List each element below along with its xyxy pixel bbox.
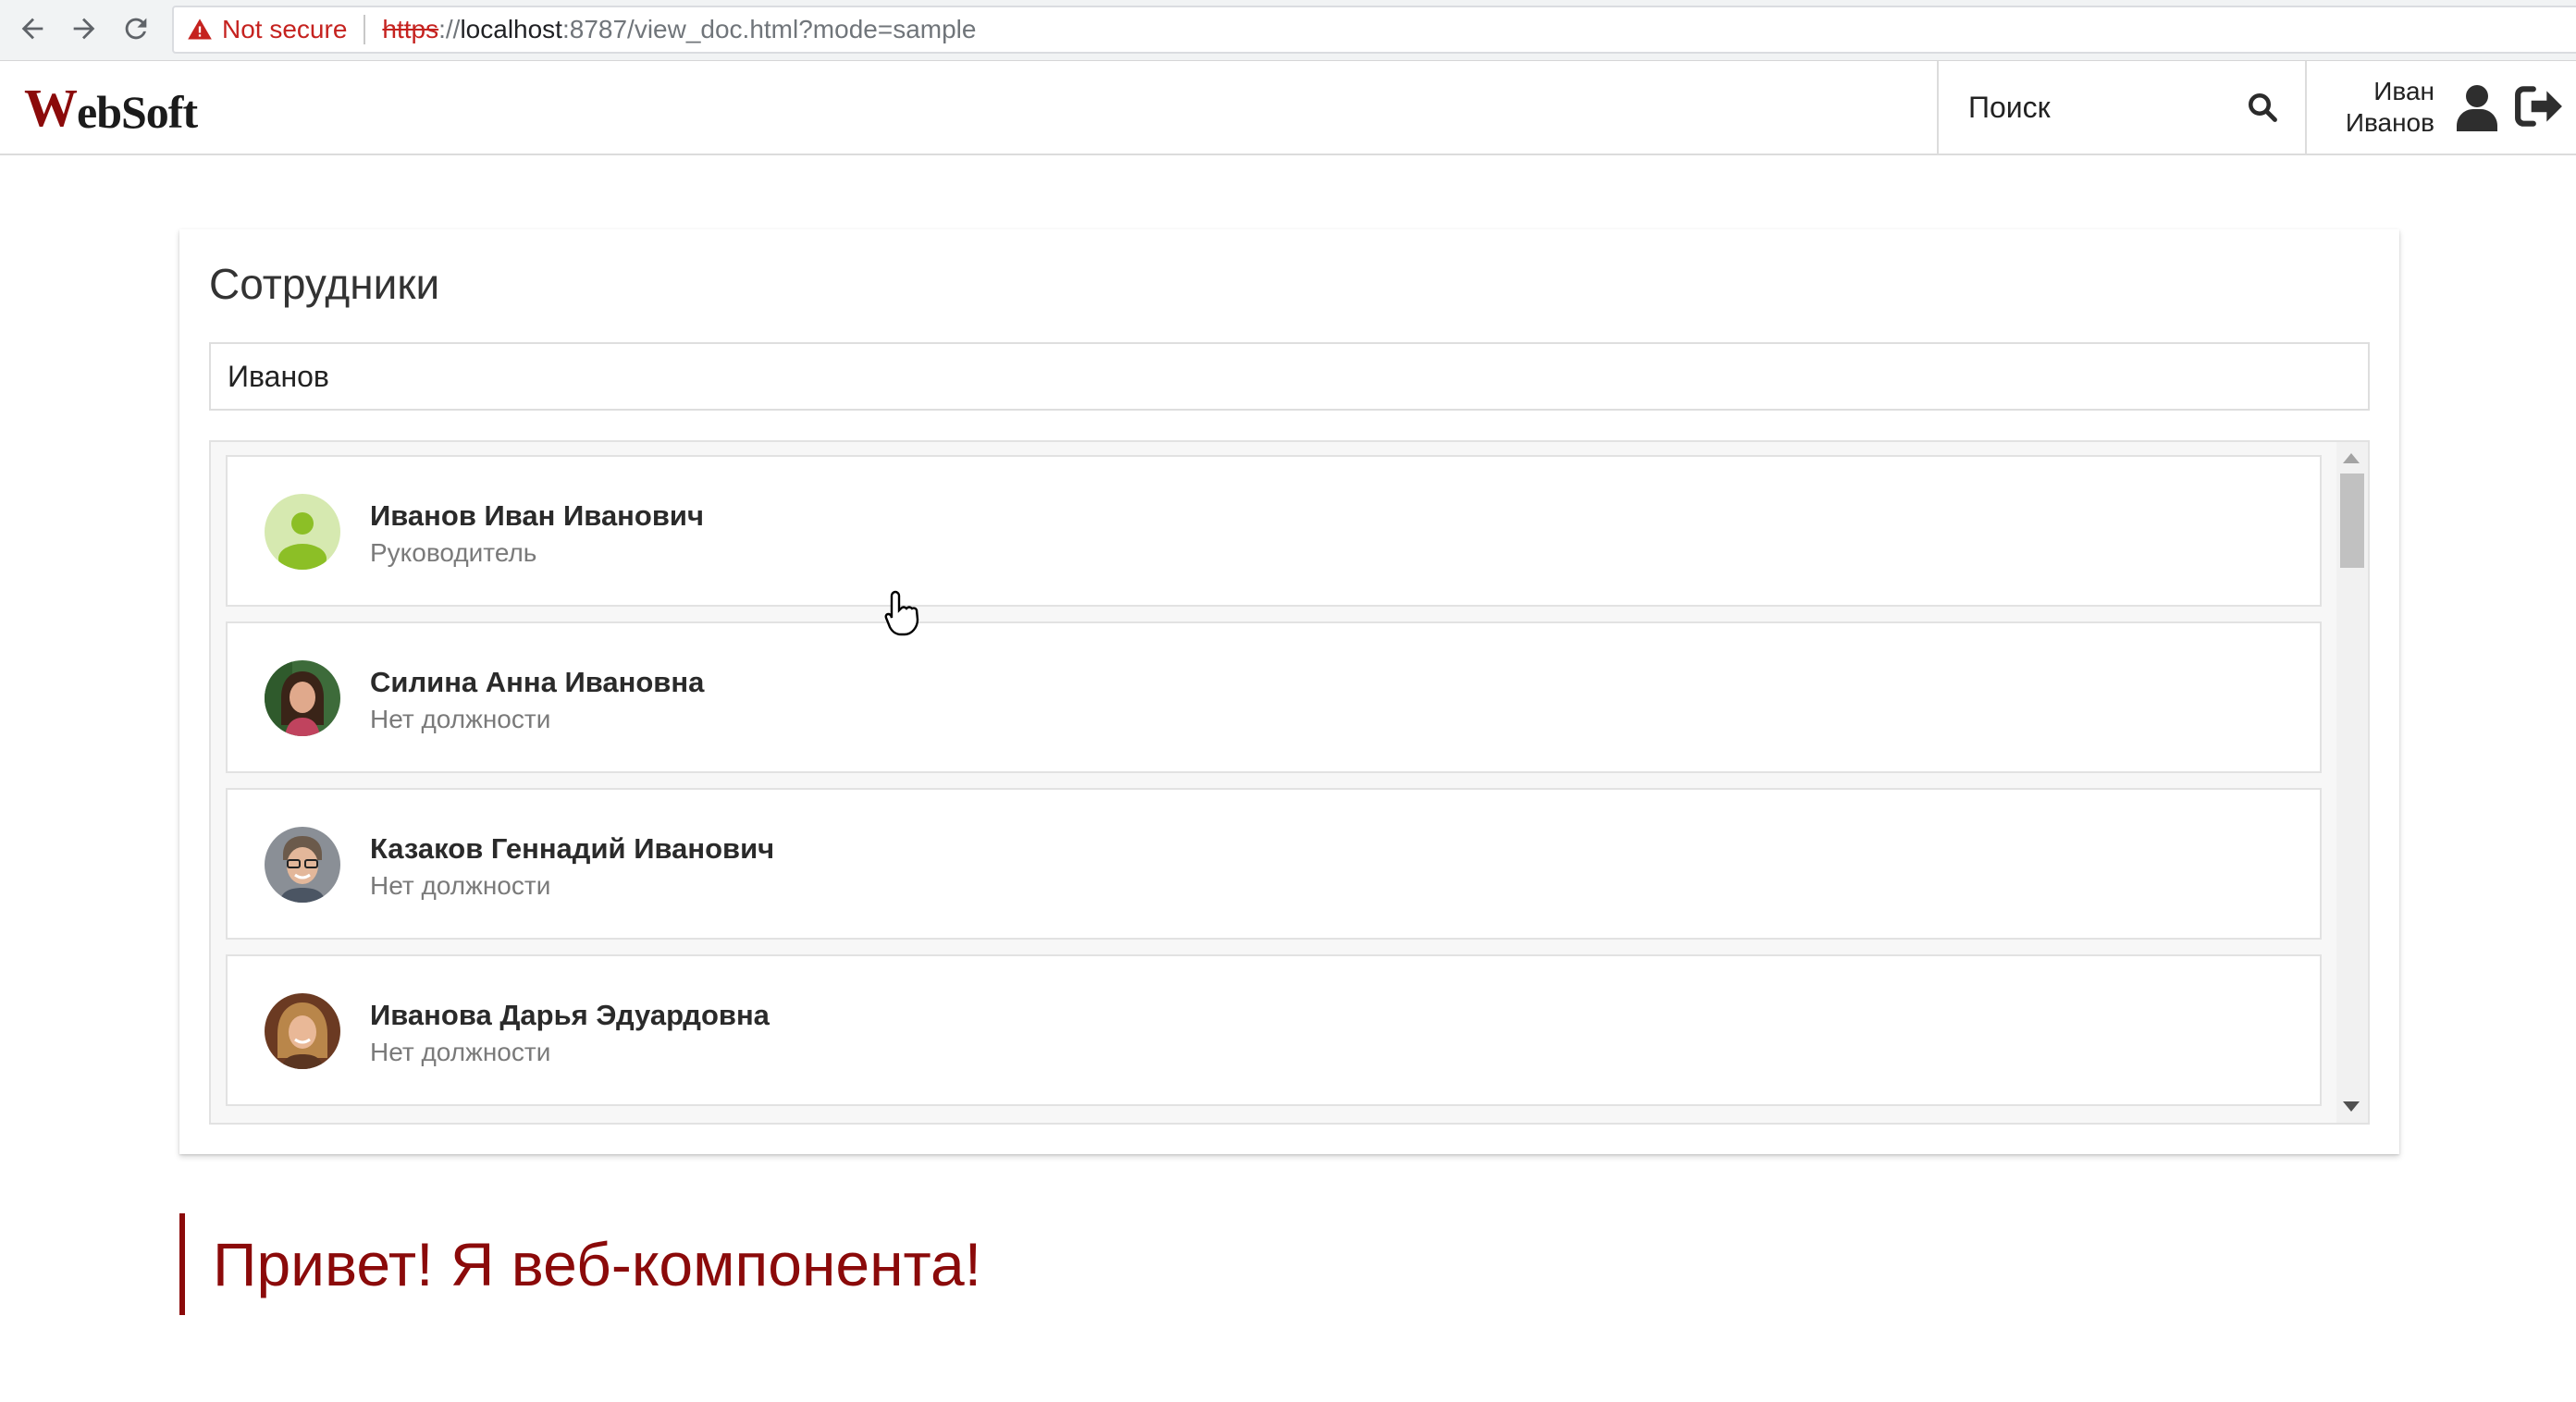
scroll-up-arrow[interactable] [2343, 453, 2360, 463]
avatar [265, 827, 340, 903]
header-search-label: Поиск [1968, 90, 2051, 124]
search-icon[interactable] [2246, 91, 2279, 124]
employee-position: Нет должности [370, 871, 551, 900]
app-header: WebSoft Поиск Иван Иванов [0, 61, 2576, 155]
employee-photo [265, 993, 340, 1069]
employee-card[interactable]: Иванова Дарья Эдуардовна Нет должности [226, 954, 2322, 1106]
scroll-down-arrow[interactable] [2343, 1101, 2360, 1112]
employee-list-inner: Иванов Иван Иванович Руководитель Силина… [226, 455, 2322, 1121]
employee-photo [265, 660, 340, 736]
user-first-name: Иван [2373, 77, 2434, 105]
employee-list[interactable]: Иванов Иван Иванович Руководитель Силина… [209, 440, 2370, 1125]
default-avatar-icon [265, 494, 340, 570]
url-protocol: https [382, 15, 439, 43]
url-path: :8787/view_doc.html?mode=sample [561, 15, 977, 43]
scroll-thumb[interactable] [2340, 473, 2364, 568]
websoft-logo[interactable]: WebSoft [24, 78, 198, 138]
employee-position: Руководитель [370, 538, 537, 567]
browser-toolbar: Not secure https :// localhost :8787/vie… [0, 0, 2576, 61]
forward-button[interactable] [61, 9, 107, 48]
hand-cursor-icon [884, 590, 919, 636]
user-icon[interactable] [2455, 83, 2499, 131]
arrow-right-icon [73, 18, 95, 40]
employee-card[interactable]: Иванов Иван Иванович Руководитель [226, 455, 2322, 607]
employee-photo [265, 827, 340, 903]
panel-title: Сотрудники [209, 260, 440, 308]
logo-letter: W [24, 78, 78, 138]
employee-card[interactable]: Казаков Геннадий Иванович Нет должности [226, 788, 2322, 940]
address-bar[interactable]: Not secure https :// localhost :8787/vie… [172, 6, 2576, 54]
employee-search-input[interactable] [209, 342, 2370, 411]
back-button[interactable] [9, 9, 55, 48]
avatar [265, 993, 340, 1069]
omnibox-divider [364, 15, 366, 44]
logo-text: ebSoft [77, 86, 198, 138]
employee-name: Иванов Иван Иванович [370, 499, 704, 532]
employee-name: Силина Анна Ивановна [370, 666, 705, 698]
security-status[interactable]: Not secure [222, 15, 347, 44]
employee-position: Нет должности [370, 705, 551, 733]
list-scrollbar[interactable] [2336, 442, 2368, 1123]
employees-panel: Сотрудники Иванов Иван Иванович Руководи… [179, 229, 2399, 1154]
user-menu: Иван Иванов [2309, 61, 2576, 154]
avatar [265, 660, 340, 736]
url-separator: :// [438, 15, 461, 43]
warning-icon [188, 18, 212, 40]
user-last-name: Иванов [2345, 108, 2434, 137]
employee-name: Казаков Геннадий Иванович [370, 832, 775, 865]
reload-button[interactable] [113, 9, 159, 48]
arrow-left-icon [21, 18, 43, 40]
header-search[interactable]: Поиск [1937, 61, 2307, 154]
logout-icon[interactable] [2514, 83, 2564, 129]
employee-position: Нет должности [370, 1038, 551, 1066]
employee-name: Иванова Дарья Эдуардовна [370, 999, 770, 1031]
employee-card[interactable]: Силина Анна Ивановна Нет должности [226, 621, 2322, 773]
reload-icon [125, 18, 147, 40]
avatar [265, 494, 340, 570]
user-name[interactable]: Иван Иванов [2309, 76, 2434, 139]
url-host: localhost [460, 15, 562, 43]
web-component-greeting: Привет! Я веб-компонента! [179, 1213, 981, 1315]
